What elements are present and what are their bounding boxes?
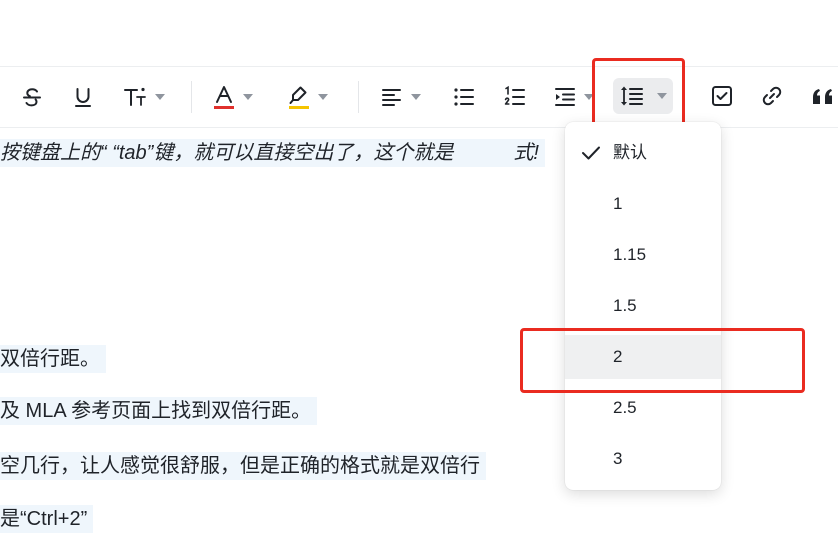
text-color-icon	[214, 86, 234, 109]
underline-button[interactable]	[71, 83, 95, 111]
menu-option-3[interactable]: 3	[565, 437, 721, 481]
link-button[interactable]	[760, 82, 784, 110]
font-size-button[interactable]	[122, 83, 166, 111]
chevron-down-icon	[411, 94, 421, 100]
highlight-box-line-spacing	[592, 58, 685, 126]
chevron-down-icon	[243, 94, 253, 100]
align-left-icon	[382, 89, 401, 106]
checkbox-button[interactable]	[710, 82, 734, 110]
chevron-down-icon	[318, 94, 328, 100]
menu-option-default[interactable]: 默认	[565, 131, 721, 175]
align-button[interactable]	[380, 83, 422, 111]
strikethrough-icon	[23, 88, 41, 107]
text-color-button[interactable]	[212, 83, 254, 111]
indent-icon	[555, 88, 575, 106]
indent-button[interactable]	[553, 83, 595, 111]
editor-line-2[interactable]: 双倍行距。	[0, 345, 106, 373]
checkbox-icon	[712, 86, 732, 106]
numbered-list-icon	[504, 85, 525, 105]
menu-option-1-15[interactable]: 1.15	[565, 233, 721, 277]
editor-line-4[interactable]: 空几行，让人感觉很舒服，但是正确的格式就是双倍行	[0, 452, 486, 480]
menu-option-1[interactable]: 1	[565, 182, 721, 226]
bullet-list-button[interactable]	[452, 83, 476, 111]
editor-line-5[interactable]: 是“Ctrl+2”	[0, 505, 94, 533]
quote-icon	[813, 89, 832, 104]
line-spacing-menu: 默认 1 1.15 1.5 2 2.5 3	[565, 122, 721, 490]
bullet-list-icon	[454, 88, 474, 106]
font-size-icon	[124, 87, 146, 106]
menu-option-1-5[interactable]: 1.5	[565, 284, 721, 328]
editor-line-1[interactable]: 按键盘上的“ “tab”键，就可以直接空出了，这个就是 式!	[0, 139, 545, 167]
strikethrough-button[interactable]	[20, 83, 44, 111]
highlight-box-option-2	[520, 328, 805, 393]
editor-line-3[interactable]: 及 MLA 参考页面上找到双倍行距。	[0, 397, 318, 425]
link-icon	[762, 86, 782, 106]
quote-button[interactable]	[810, 82, 838, 110]
underline-icon	[75, 88, 91, 107]
toolbar-divider	[358, 81, 359, 113]
chevron-down-icon	[155, 94, 165, 100]
highlight-button[interactable]	[287, 83, 329, 111]
toolbar-divider	[191, 81, 192, 113]
check-icon	[582, 146, 600, 160]
numbered-list-button[interactable]	[503, 83, 527, 111]
highlight-icon	[289, 86, 309, 109]
